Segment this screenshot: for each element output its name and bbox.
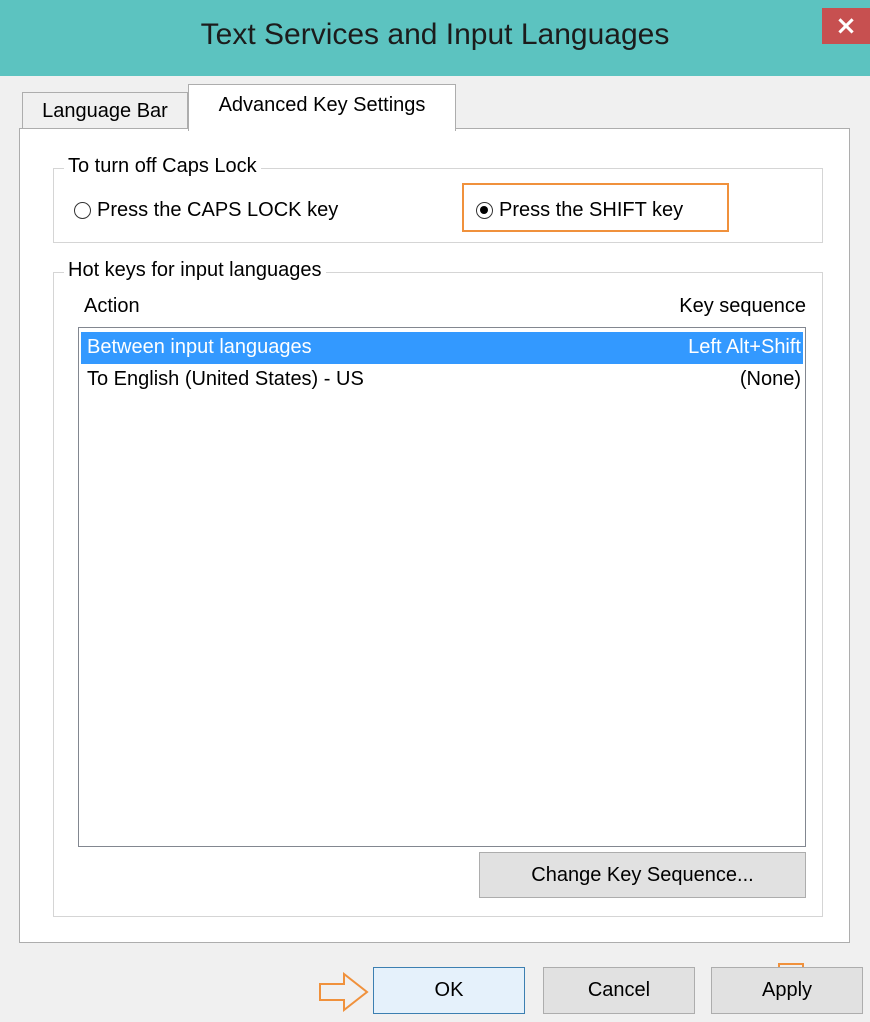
tab-strip: Language Bar Advanced Key Settings: [0, 84, 870, 131]
hotkeys-legend: Hot keys for input languages: [64, 259, 326, 282]
radio-label: Press the CAPS LOCK key: [97, 199, 339, 221]
list-item-key-sequence: (None): [739, 368, 801, 390]
change-key-sequence-button[interactable]: Change Key Sequence...: [479, 852, 806, 898]
column-header-action[interactable]: Action: [84, 295, 140, 318]
radio-button[interactable]: [74, 202, 91, 219]
title-bar: Text Services and Input Languages ×: [0, 0, 870, 76]
tab-language-bar[interactable]: Language Bar: [22, 92, 188, 130]
tab-label: Advanced Key Settings: [218, 93, 426, 116]
button-label: OK: [434, 979, 464, 1001]
list-item[interactable]: To English (United States) - US (None): [81, 364, 803, 396]
ok-button[interactable]: OK: [373, 967, 525, 1014]
radio-shift-key[interactable]: Press the SHIFT key: [476, 199, 683, 222]
tab-label: Language Bar: [42, 100, 168, 122]
caps-lock-legend: To turn off Caps Lock: [64, 155, 261, 178]
list-item-key-sequence: Left Alt+Shift: [688, 336, 801, 358]
hotkeys-list[interactable]: Between input languages Left Alt+Shift T…: [78, 327, 806, 847]
arrow-right-icon: [319, 972, 369, 1012]
apply-button[interactable]: Apply: [711, 967, 863, 1014]
button-label: Cancel: [587, 979, 651, 1001]
list-item[interactable]: Between input languages Left Alt+Shift: [81, 332, 803, 364]
list-item-action: To English (United States) - US: [87, 368, 364, 390]
radio-button[interactable]: [476, 202, 493, 219]
tab-panel: To turn off Caps Lock Press the CAPS LOC…: [19, 128, 850, 943]
close-icon: ×: [835, 11, 857, 41]
list-item-action: Between input languages: [87, 336, 312, 358]
button-label: Apply: [761, 979, 813, 1001]
window-title: Text Services and Input Languages: [200, 18, 670, 51]
dialog-window: Text Services and Input Languages × Lang…: [0, 0, 870, 1022]
tab-advanced-key-settings[interactable]: Advanced Key Settings: [188, 84, 456, 131]
close-button[interactable]: ×: [822, 8, 870, 44]
radio-caps-lock-key[interactable]: Press the CAPS LOCK key: [74, 199, 338, 222]
button-label: Change Key Sequence...: [531, 863, 754, 886]
cancel-button[interactable]: Cancel: [543, 967, 695, 1014]
column-header-key-sequence[interactable]: Key sequence: [679, 295, 806, 318]
radio-label: Press the SHIFT key: [499, 199, 684, 221]
